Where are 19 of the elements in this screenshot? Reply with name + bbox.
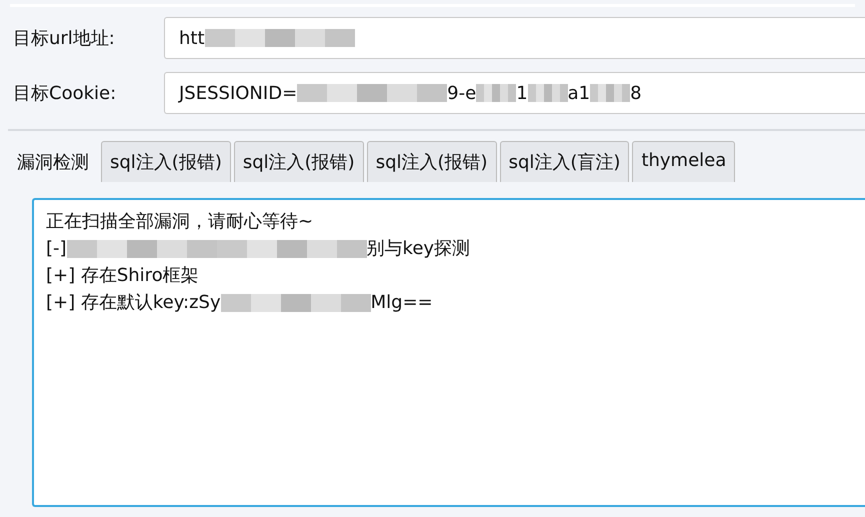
tab[interactable]: sql注入(报错) [366, 141, 497, 182]
redaction-blur [528, 84, 568, 102]
output-text: 正在扫描全部漏洞，请耐心等待~ [46, 211, 314, 232]
tab[interactable]: thymelea [632, 141, 736, 182]
output-area[interactable]: 正在扫描全部漏洞，请耐心等待~ [-] 别与key探测 [+] 存在Shiro框架 [+] 存在默认key:zSy Mlg== [32, 198, 865, 507]
redaction-blur [476, 84, 516, 102]
output-text: [+] 存在默认key:zSy [46, 292, 221, 313]
redaction-blur [590, 84, 630, 102]
tab[interactable]: sql注入(报错) [234, 141, 364, 182]
output-text: [-] [46, 238, 67, 259]
output-text: 别与key探测 [366, 238, 470, 259]
input-field[interactable]: JSESSIONID= 9-e 1 a1 8 [164, 72, 865, 114]
output-text: Mlg== [370, 292, 433, 313]
tab[interactable]: sql注入(盲注) [500, 141, 630, 182]
field-label: 目标url地址: [12, 27, 116, 50]
input-field[interactable]: htt [164, 17, 865, 59]
output-text: [+] 存在Shiro框架 [46, 265, 199, 286]
field-label: 目标Cookie: [12, 82, 118, 105]
tab[interactable]: sql注入(报错) [101, 141, 231, 182]
